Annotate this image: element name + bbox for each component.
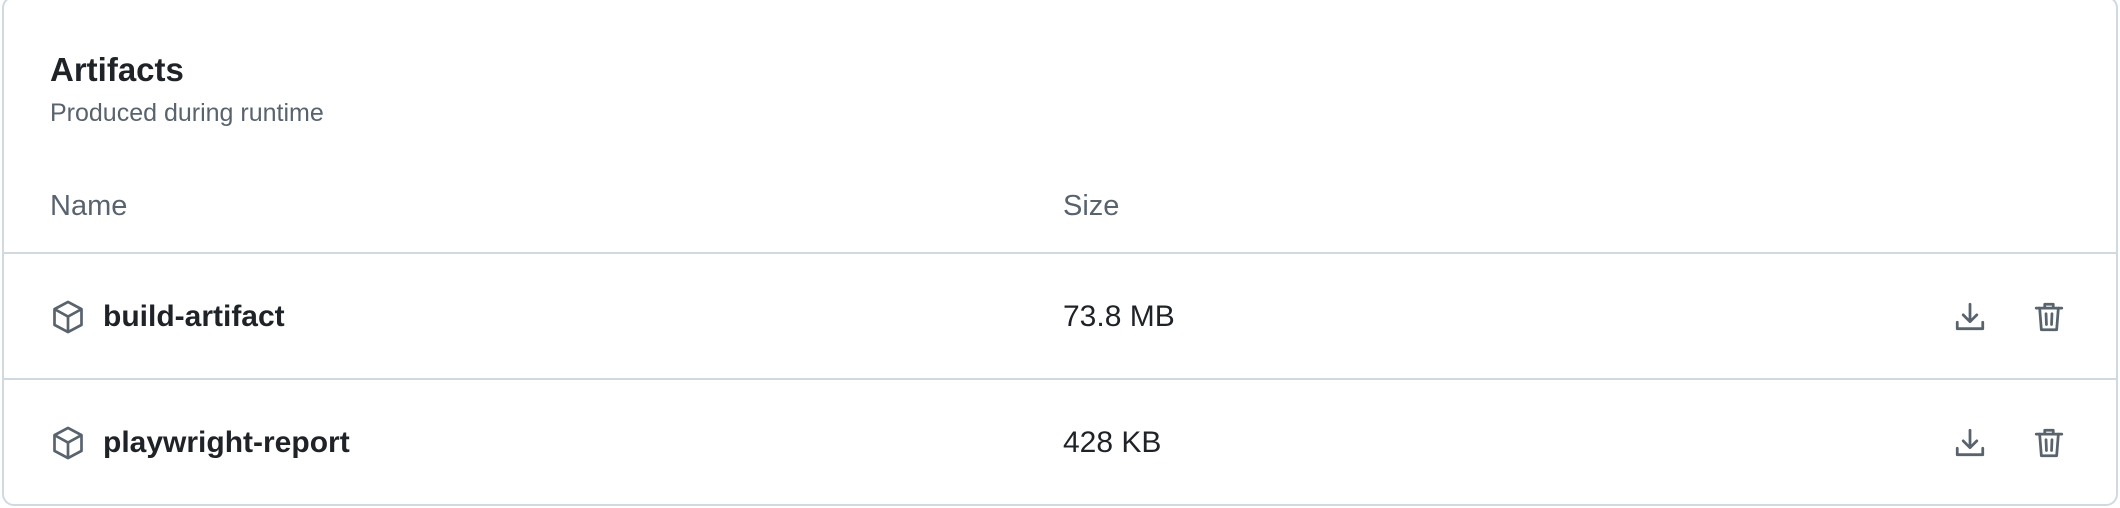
download-icon [1953,300,1987,334]
table-row: build-artifact 73.8 MB [4,254,2116,380]
download-button[interactable] [1944,417,1996,469]
package-icon [50,425,86,461]
artifact-size: 428 KB [1063,426,1162,459]
artifact-size: 73.8 MB [1063,300,1175,333]
panel-header: Artifacts Produced during runtime [50,0,2116,128]
table-row: playwright-report 428 KB [4,380,2116,504]
panel-subtitle: Produced during runtime [50,99,324,127]
table-header: Name Size [4,188,2116,254]
download-button[interactable] [1944,291,1996,343]
package-icon [50,299,86,335]
column-header-name: Name [50,190,128,222]
download-icon [1953,426,1987,460]
artifacts-panel: Artifacts Produced during runtime Name S… [2,0,2118,506]
delete-button[interactable] [2023,417,2075,469]
trash-icon [2032,426,2066,460]
trash-icon [2032,300,2066,334]
column-header-size: Size [1063,190,1120,222]
artifact-name-link[interactable]: playwright-report [103,425,350,461]
panel-title: Artifacts [50,51,184,88]
artifact-name-link[interactable]: build-artifact [103,299,285,335]
delete-button[interactable] [2023,291,2075,343]
